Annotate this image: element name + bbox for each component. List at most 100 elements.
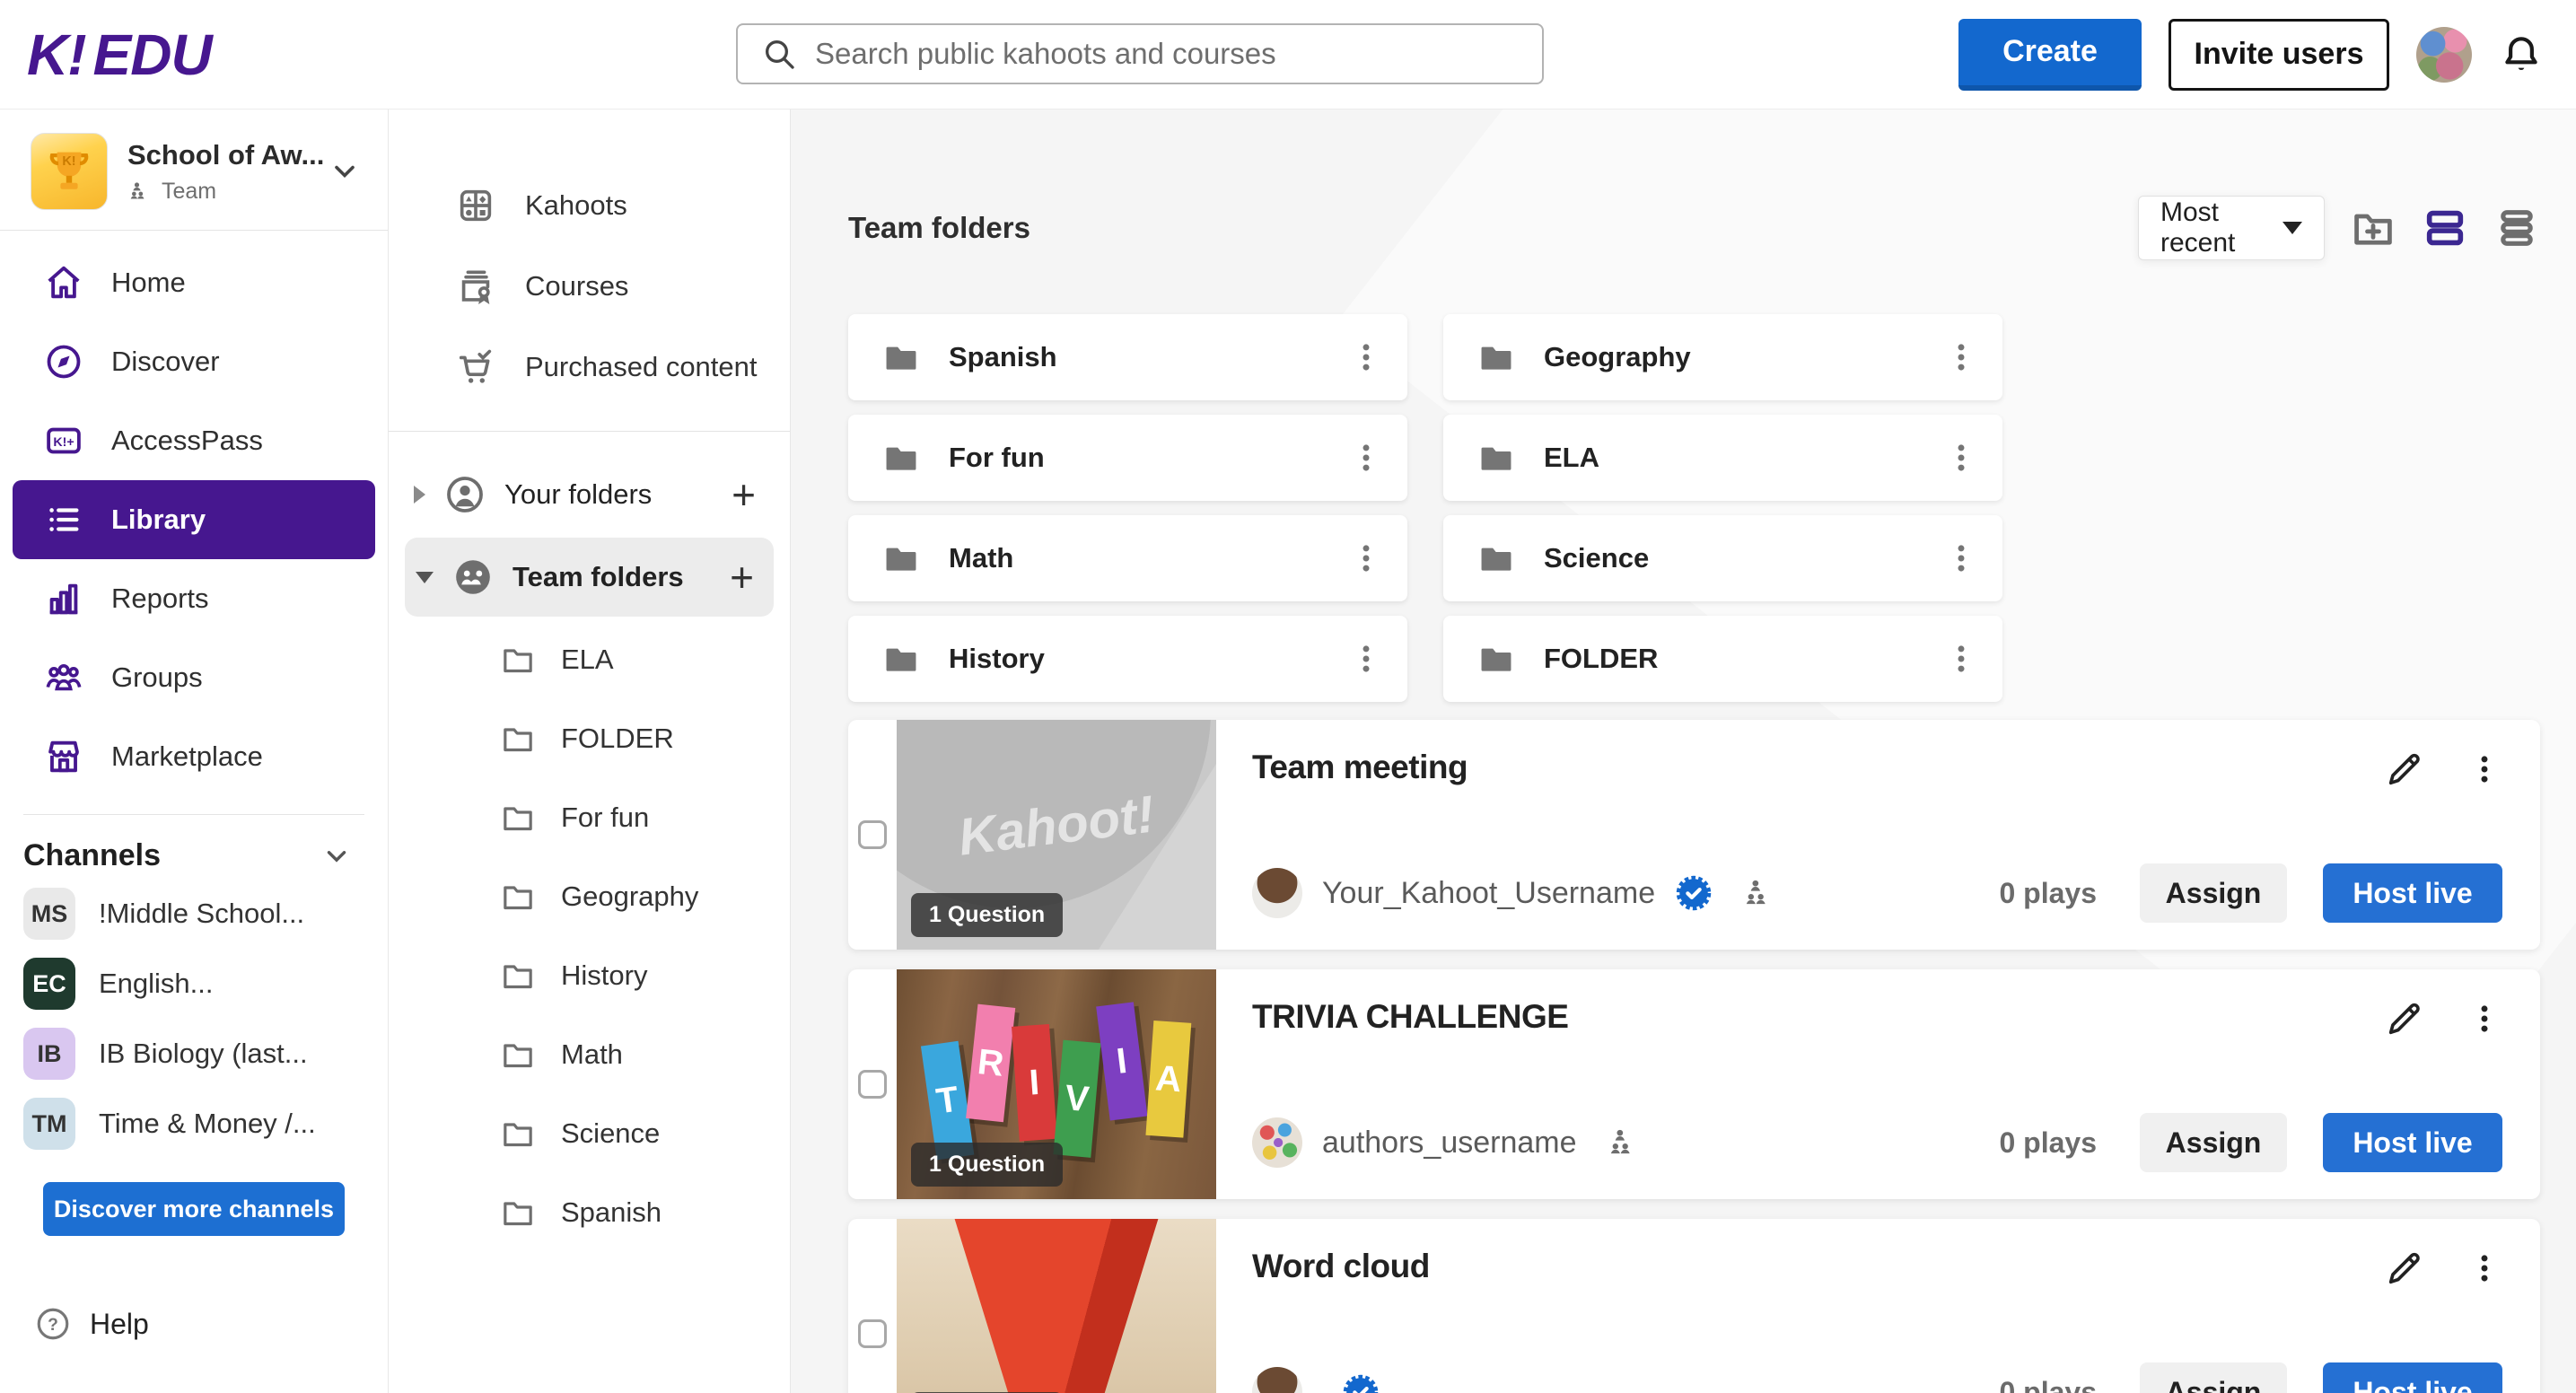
kebab-menu-icon xyxy=(2467,1249,2502,1287)
help-icon: ? xyxy=(34,1305,72,1343)
sidebar-folder-ela[interactable]: ELA xyxy=(389,620,790,699)
folder-solid-icon xyxy=(882,338,920,376)
shared-with-team-icon xyxy=(1606,1125,1642,1161)
your-folders-row[interactable]: Your folders + xyxy=(389,455,790,534)
folder-tile-ela[interactable]: ELA xyxy=(1443,415,2002,501)
edit-pencil-icon[interactable] xyxy=(2384,749,2425,790)
assign-button[interactable]: Assign xyxy=(2140,1113,2287,1172)
discover-more-channels-button[interactable]: Discover more channels xyxy=(43,1182,345,1236)
add-your-folder-button[interactable]: + xyxy=(732,474,756,515)
sidebar-item-groups[interactable]: Groups xyxy=(13,638,375,717)
kahoot-card-team-meeting: Kahoot! 1 Question Team meeting Your_Kah… xyxy=(848,720,2540,950)
sidebar-folder-science[interactable]: Science xyxy=(389,1094,790,1173)
author-username[interactable]: Your_Kahoot_Username xyxy=(1322,876,1655,911)
channel-item-ib-biology[interactable]: IB IB Biology (last... xyxy=(0,1019,388,1089)
folder-tile-for-fun[interactable]: For fun xyxy=(848,415,1407,501)
folder-icon xyxy=(500,721,536,757)
notifications-bell-icon[interactable] xyxy=(2499,32,2544,77)
list-view-toggle[interactable] xyxy=(2493,205,2540,251)
sidebar-folder-geography[interactable]: Geography xyxy=(389,857,790,936)
sidebar-item-accesspass[interactable]: K!+ AccessPass xyxy=(13,401,375,480)
add-folder-button[interactable] xyxy=(2350,205,2396,251)
assign-button[interactable]: Assign xyxy=(2140,863,2287,923)
kahoot-thumbnail[interactable]: Kahoot! 1 Question xyxy=(897,720,1216,950)
create-button[interactable]: Create xyxy=(1958,19,2142,91)
edit-pencil-icon[interactable] xyxy=(2384,1248,2425,1289)
library-nav-kahoots[interactable]: Kahoots xyxy=(389,165,790,246)
author-username[interactable]: authors_username xyxy=(1322,1126,1577,1161)
team-selector[interactable]: K! School of Aw... Team xyxy=(0,126,388,231)
search-bar[interactable] xyxy=(736,23,1544,84)
kahoot-edu-logo[interactable]: K! EDU xyxy=(27,22,212,88)
folder-menu-button[interactable] xyxy=(1943,337,1979,377)
select-checkbox[interactable] xyxy=(858,1070,887,1099)
folder-tile-folder[interactable]: FOLDER xyxy=(1443,616,2002,702)
team-folders-row[interactable]: Team folders + xyxy=(405,538,774,617)
search-input[interactable] xyxy=(815,37,1519,71)
host-live-button[interactable]: Host live xyxy=(2323,863,2502,923)
sidebar-item-library[interactable]: Library xyxy=(13,480,375,559)
select-checkbox[interactable] xyxy=(858,820,887,849)
kahoot-title[interactable]: Word cloud xyxy=(1252,1248,1430,1285)
folder-menu-button[interactable] xyxy=(1348,639,1384,679)
kahoot-thumbnail[interactable]: 1 Question xyxy=(897,1219,1216,1393)
library-nav-purchased[interactable]: Purchased content xyxy=(389,327,790,407)
folder-menu-button[interactable] xyxy=(1943,438,1979,477)
kahoot-menu-button[interactable] xyxy=(2466,999,2502,1038)
sidebar-folder-for-fun[interactable]: For fun xyxy=(389,778,790,857)
sidebar-folder-history[interactable]: History xyxy=(389,936,790,1015)
kahoot-title[interactable]: Team meeting xyxy=(1252,749,1468,786)
kebab-menu-icon xyxy=(1944,539,1978,577)
library-nav-courses[interactable]: Courses xyxy=(389,246,790,327)
assign-button[interactable]: Assign xyxy=(2140,1362,2287,1393)
folder-tile-geography[interactable]: Geography xyxy=(1443,314,2002,400)
profile-avatar[interactable] xyxy=(2416,27,2472,83)
card-view-toggle[interactable] xyxy=(2422,205,2468,251)
sidebar-item-marketplace[interactable]: Marketplace xyxy=(13,717,375,796)
channel-item-time-money[interactable]: TM Time & Money /... xyxy=(0,1089,388,1159)
author-avatar[interactable] xyxy=(1252,1117,1302,1168)
collapse-arrow-icon[interactable] xyxy=(416,572,434,583)
sidebar-folder-spanish[interactable]: Spanish xyxy=(389,1173,790,1252)
invite-users-button[interactable]: Invite users xyxy=(2169,19,2389,91)
folder-plus-icon xyxy=(2350,205,2396,251)
sort-dropdown[interactable]: Most recent xyxy=(2138,196,2325,260)
sidebar-item-reports[interactable]: Reports xyxy=(13,559,375,638)
folder-tile-history[interactable]: History xyxy=(848,616,1407,702)
folder-solid-icon xyxy=(882,640,920,678)
channel-badge: MS xyxy=(23,888,75,940)
folder-tile-math[interactable]: Math xyxy=(848,515,1407,601)
kebab-menu-icon xyxy=(1349,439,1383,477)
folder-menu-button[interactable] xyxy=(1348,539,1384,578)
host-live-button[interactable]: Host live xyxy=(2323,1362,2502,1393)
add-team-folder-button[interactable]: + xyxy=(730,556,754,598)
channel-item-english[interactable]: EC English... xyxy=(0,949,388,1019)
folder-menu-button[interactable] xyxy=(1943,539,1979,578)
expand-arrow-icon[interactable] xyxy=(414,486,425,504)
folder-menu-button[interactable] xyxy=(1348,337,1384,377)
kahoot-menu-button[interactable] xyxy=(2466,1248,2502,1288)
folder-icon xyxy=(500,1195,536,1231)
kahoot-title[interactable]: TRIVIA CHALLENGE xyxy=(1252,998,1568,1036)
help-button[interactable]: ? Help xyxy=(0,1305,388,1346)
groups-icon xyxy=(43,657,84,698)
kahoot-menu-button[interactable] xyxy=(2466,749,2502,789)
author-avatar[interactable] xyxy=(1252,1367,1302,1393)
channel-item-middle-school[interactable]: MS !Middle School... xyxy=(0,879,388,949)
logo-k: K! xyxy=(27,22,86,88)
edit-pencil-icon[interactable] xyxy=(2384,998,2425,1039)
sidebar-folder-math[interactable]: Math xyxy=(389,1015,790,1094)
folder-tile-spanish[interactable]: Spanish xyxy=(848,314,1407,400)
host-live-button[interactable]: Host live xyxy=(2323,1113,2502,1172)
sidebar-folder-folder[interactable]: FOLDER xyxy=(389,699,790,778)
folder-menu-button[interactable] xyxy=(1943,639,1979,679)
folder-menu-button[interactable] xyxy=(1348,438,1384,477)
sidebar-item-discover[interactable]: Discover xyxy=(13,322,375,401)
kahoot-thumbnail[interactable]: T R I V I A 1 Question xyxy=(897,969,1216,1199)
sidebar-item-home[interactable]: Home xyxy=(13,243,375,322)
folder-tile-science[interactable]: Science xyxy=(1443,515,2002,601)
channels-header[interactable]: Channels xyxy=(0,833,388,879)
library-list-icon xyxy=(43,499,84,540)
select-checkbox[interactable] xyxy=(858,1319,887,1348)
author-avatar[interactable] xyxy=(1252,868,1302,918)
